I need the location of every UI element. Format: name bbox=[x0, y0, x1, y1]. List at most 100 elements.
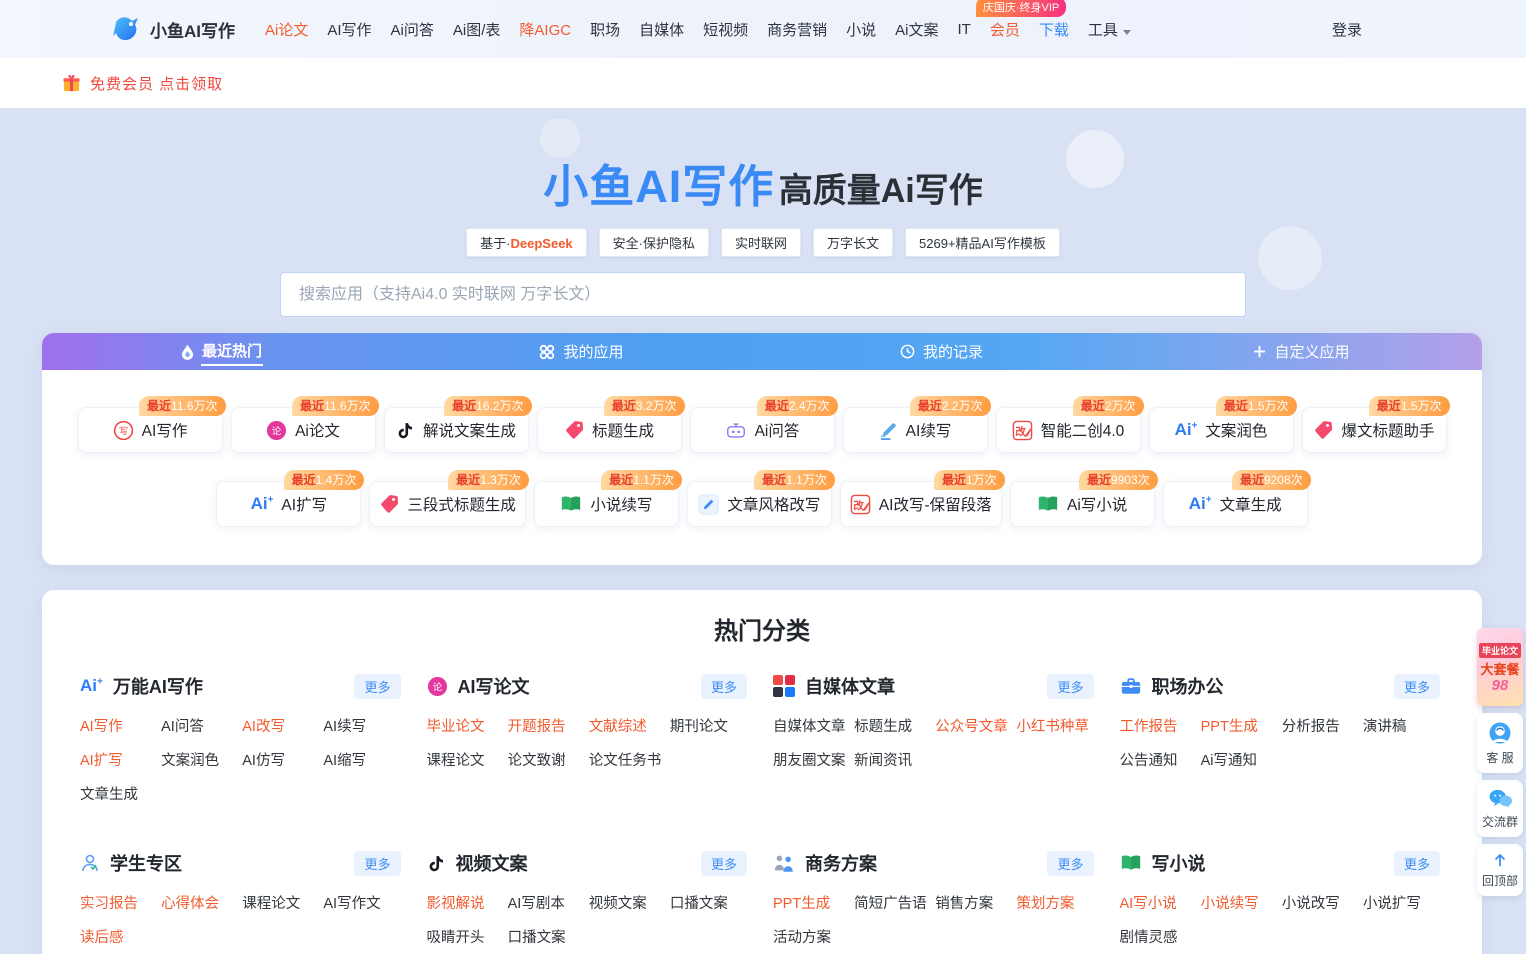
nav-item[interactable]: Ai论文 bbox=[265, 19, 308, 40]
float-button[interactable]: 交流群 bbox=[1477, 780, 1523, 837]
category-link[interactable]: 毕业论文 bbox=[427, 715, 508, 736]
nav-item[interactable]: AI写作 bbox=[327, 19, 371, 40]
more-button[interactable]: 更多 bbox=[354, 674, 400, 699]
nav-item[interactable]: 职场 bbox=[590, 19, 620, 40]
category-link[interactable]: 口播文案 bbox=[508, 926, 589, 947]
app-card[interactable]: 最近3.2万次标题生成 bbox=[537, 407, 682, 453]
category-link[interactable]: 心得体会 bbox=[161, 892, 242, 913]
category-link[interactable]: 工作报告 bbox=[1120, 715, 1201, 736]
nav-item[interactable]: 短视频 bbox=[703, 19, 748, 40]
more-button[interactable]: 更多 bbox=[701, 851, 747, 876]
app-card[interactable]: 最近11.6万次论Ai论文 bbox=[231, 407, 376, 453]
app-card[interactable]: 最近2万次改智能二创4.0 bbox=[996, 407, 1141, 453]
category-link[interactable]: 销售方案 bbox=[935, 892, 1016, 913]
logo[interactable]: 小鱼AI写作 bbox=[112, 14, 235, 44]
category-link[interactable]: 分析报告 bbox=[1282, 715, 1363, 736]
category-link[interactable]: AI改写 bbox=[242, 715, 323, 736]
more-button[interactable]: 更多 bbox=[1394, 674, 1440, 699]
app-card[interactable]: 最近9903次Ai写小说 bbox=[1010, 481, 1155, 527]
app-card[interactable]: 最近1.1万次小说续写 bbox=[534, 481, 679, 527]
more-button[interactable]: 更多 bbox=[1047, 674, 1093, 699]
nav-item[interactable]: IT bbox=[958, 21, 971, 38]
category-link[interactable]: 小说扩写 bbox=[1363, 892, 1444, 913]
category-link[interactable]: AI扩写 bbox=[80, 749, 161, 770]
category-link[interactable]: AI写作文 bbox=[323, 892, 404, 913]
app-card[interactable]: 最近2.2万次AI续写 bbox=[843, 407, 988, 453]
app-card[interactable]: 最近1.3万次三段式标题生成 bbox=[369, 481, 526, 527]
app-card[interactable]: 最近2.4万次Ai问答 bbox=[690, 407, 835, 453]
category-link[interactable]: AI问答 bbox=[161, 715, 242, 736]
more-button[interactable]: 更多 bbox=[701, 674, 747, 699]
more-button[interactable]: 更多 bbox=[354, 851, 400, 876]
tab[interactable]: 自定义应用 bbox=[1122, 333, 1482, 370]
category-link[interactable]: 期刊论文 bbox=[670, 715, 751, 736]
app-card[interactable]: 最近1.1万次文章风格改写 bbox=[687, 481, 832, 527]
category-link[interactable]: 影视解说 bbox=[427, 892, 508, 913]
category-link[interactable]: 课程论文 bbox=[427, 749, 508, 770]
nav-item[interactable]: 工具 bbox=[1088, 19, 1131, 40]
app-card[interactable]: 最近1.5万次Ai+文案润色 bbox=[1149, 407, 1294, 453]
category-link[interactable]: 读后感 bbox=[80, 926, 161, 947]
nav-item[interactable]: 商务营销 bbox=[767, 19, 827, 40]
more-button[interactable]: 更多 bbox=[1047, 851, 1093, 876]
category-link[interactable]: AI缩写 bbox=[323, 749, 404, 770]
nav-item[interactable]: Ai图/表 bbox=[453, 19, 501, 40]
nav-item[interactable]: 会员庆国庆·终身VIP bbox=[990, 19, 1020, 40]
category-link[interactable]: 公众号文章 bbox=[935, 715, 1016, 736]
nav-item[interactable]: 降AIGC bbox=[519, 19, 571, 40]
category-link[interactable]: 演讲稿 bbox=[1363, 715, 1444, 736]
category-link[interactable]: 自媒体文章 bbox=[773, 715, 854, 736]
category-link[interactable]: 口播文案 bbox=[670, 892, 751, 913]
nav-item[interactable]: Ai文案 bbox=[895, 19, 938, 40]
category-link[interactable]: 标题生成 bbox=[854, 715, 935, 736]
category-link[interactable]: Ai写通知 bbox=[1201, 749, 1282, 770]
category-link[interactable]: AI写小说 bbox=[1120, 892, 1201, 913]
more-button[interactable]: 更多 bbox=[1394, 851, 1440, 876]
float-button[interactable]: 客 服 bbox=[1477, 713, 1523, 773]
category-link[interactable]: 吸睛开头 bbox=[427, 926, 508, 947]
category-link[interactable]: 小说续写 bbox=[1201, 892, 1282, 913]
app-card[interactable]: 最近1万次改AI改写-保留段落 bbox=[840, 481, 1002, 527]
tab[interactable]: 我的应用 bbox=[402, 333, 762, 370]
category-link[interactable]: 文献综述 bbox=[589, 715, 670, 736]
category-link[interactable]: AI续写 bbox=[323, 715, 404, 736]
nav-item[interactable]: 自媒体 bbox=[639, 19, 684, 40]
category-link[interactable]: 小红书种草 bbox=[1016, 715, 1097, 736]
category-link[interactable]: 简短广告语 bbox=[854, 892, 935, 913]
nav-item[interactable]: 小说 bbox=[846, 19, 876, 40]
category-link[interactable]: 开题报告 bbox=[508, 715, 589, 736]
search-input[interactable] bbox=[280, 272, 1246, 317]
category-link[interactable]: 实习报告 bbox=[80, 892, 161, 913]
float-button[interactable]: 回顶部 bbox=[1477, 844, 1523, 896]
app-card[interactable]: 最近1.4万次Ai+AI扩写 bbox=[216, 481, 361, 527]
app-card[interactable]: 最近11.6万次写AI写作 bbox=[78, 407, 223, 453]
category-link[interactable]: 朋友圈文案 bbox=[773, 749, 854, 770]
tab[interactable]: 我的记录 bbox=[762, 333, 1122, 370]
category-link[interactable]: 文案润色 bbox=[161, 749, 242, 770]
category-link[interactable]: 策划方案 bbox=[1016, 892, 1097, 913]
nav-item[interactable]: 下载 bbox=[1039, 19, 1069, 40]
nav-item[interactable]: Ai问答 bbox=[391, 19, 434, 40]
thesis-promo-banner[interactable]: 毕业论文 大套餐 98 bbox=[1477, 628, 1523, 706]
category-link[interactable]: AI写剧本 bbox=[508, 892, 589, 913]
category-link[interactable]: PPT生成 bbox=[1201, 715, 1282, 736]
app-card[interactable]: 最近16.2万次解说文案生成 bbox=[384, 407, 529, 453]
category-link[interactable]: 新闻资讯 bbox=[854, 749, 935, 770]
free-vip-link[interactable]: 免费会员 点击领取 bbox=[90, 73, 223, 94]
app-card[interactable]: 最近1.5万次爆文标题助手 bbox=[1302, 407, 1447, 453]
category-link[interactable]: 活动方案 bbox=[773, 926, 854, 947]
category-link[interactable]: 视频文案 bbox=[589, 892, 670, 913]
login-button[interactable]: 登录 bbox=[1332, 19, 1362, 40]
category-link[interactable]: 论文任务书 bbox=[589, 749, 670, 770]
category-link[interactable]: 课程论文 bbox=[242, 892, 323, 913]
app-card[interactable]: 最近9208次Ai+文章生成 bbox=[1163, 481, 1308, 527]
tab[interactable]: 最近热门 bbox=[42, 333, 402, 370]
category-link[interactable]: 小说改写 bbox=[1282, 892, 1363, 913]
category-link[interactable]: AI仿写 bbox=[242, 749, 323, 770]
category-link[interactable]: 文章生成 bbox=[80, 783, 161, 804]
category-link[interactable]: 论文致谢 bbox=[508, 749, 589, 770]
category-link[interactable]: 公告通知 bbox=[1120, 749, 1201, 770]
category-link[interactable]: 剧情灵感 bbox=[1120, 926, 1201, 947]
category-link[interactable]: PPT生成 bbox=[773, 892, 854, 913]
category-link[interactable]: AI写作 bbox=[80, 715, 161, 736]
